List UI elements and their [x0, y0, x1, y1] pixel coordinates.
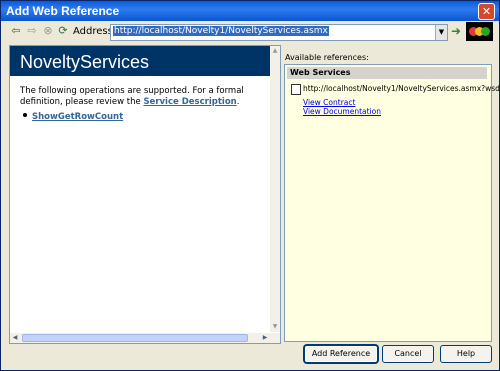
- refresh-icon[interactable]: ⟳: [56, 24, 70, 38]
- service-title: NoveltyServices: [20, 52, 150, 72]
- stop-icon[interactable]: ⊗: [41, 24, 55, 38]
- operation-link[interactable]: ShowGetRowCount: [32, 112, 123, 122]
- logo: [466, 22, 493, 41]
- scroll-left-icon[interactable]: ◀: [10, 333, 20, 343]
- service-intro: The following operations are supported. …: [20, 86, 265, 108]
- dropdown-icon[interactable]: ▼: [435, 25, 447, 40]
- scroll-down-icon[interactable]: ▼: [270, 322, 280, 332]
- go-icon[interactable]: ➜: [451, 25, 461, 37]
- forward-arrow-icon[interactable]: ⇨: [25, 24, 39, 38]
- scroll-up-icon[interactable]: ▲: [270, 46, 280, 56]
- service-header: NoveltyServices: [10, 46, 270, 76]
- title-bar: Add Web Reference ✕: [1, 1, 499, 21]
- service-description-link[interactable]: Service Description: [143, 97, 236, 107]
- horizontal-scrollbar[interactable]: ◀ ▶: [10, 333, 280, 343]
- web-services-header: Web Services: [287, 67, 487, 79]
- wsdl-url: http://localhost/Novelty1/NoveltyService…: [303, 84, 500, 93]
- window-title: Add Web Reference: [6, 4, 120, 18]
- view-contract-link[interactable]: View Contract: [303, 98, 355, 107]
- back-arrow-icon[interactable]: ⇦: [9, 24, 23, 38]
- address-value: http://localhost/Novelty1/NoveltyService…: [113, 26, 329, 36]
- vertical-scrollbar[interactable]: ▲ ▼: [270, 46, 280, 332]
- intro-period: .: [236, 97, 240, 107]
- toolbar: ⇦ ⇨ ⊗ ⟳ Address: http://localhost/Novelt…: [1, 21, 499, 43]
- service-browser-pane: NoveltyServices The following operations…: [9, 45, 281, 344]
- view-documentation-link[interactable]: View Documentation: [303, 107, 381, 116]
- document-icon: [291, 84, 301, 95]
- scroll-right-icon[interactable]: ▶: [260, 333, 270, 343]
- close-icon[interactable]: ✕: [478, 3, 495, 20]
- horizontal-scroll-thumb[interactable]: [22, 334, 248, 342]
- add-reference-button[interactable]: Add Reference: [304, 345, 378, 363]
- operation-bullet: [23, 113, 27, 117]
- add-web-reference-window: Add Web Reference ✕ ⇦ ⇨ ⊗ ⟳ Address: htt…: [0, 0, 500, 371]
- available-references-pane: Web Services http://localhost/Novelty1/N…: [284, 64, 500, 342]
- available-references-label: Available references:: [285, 53, 369, 62]
- help-button[interactable]: Help: [440, 345, 492, 363]
- address-input[interactable]: http://localhost/Novelty1/NoveltyService…: [110, 24, 448, 41]
- cancel-button[interactable]: Cancel: [382, 345, 434, 363]
